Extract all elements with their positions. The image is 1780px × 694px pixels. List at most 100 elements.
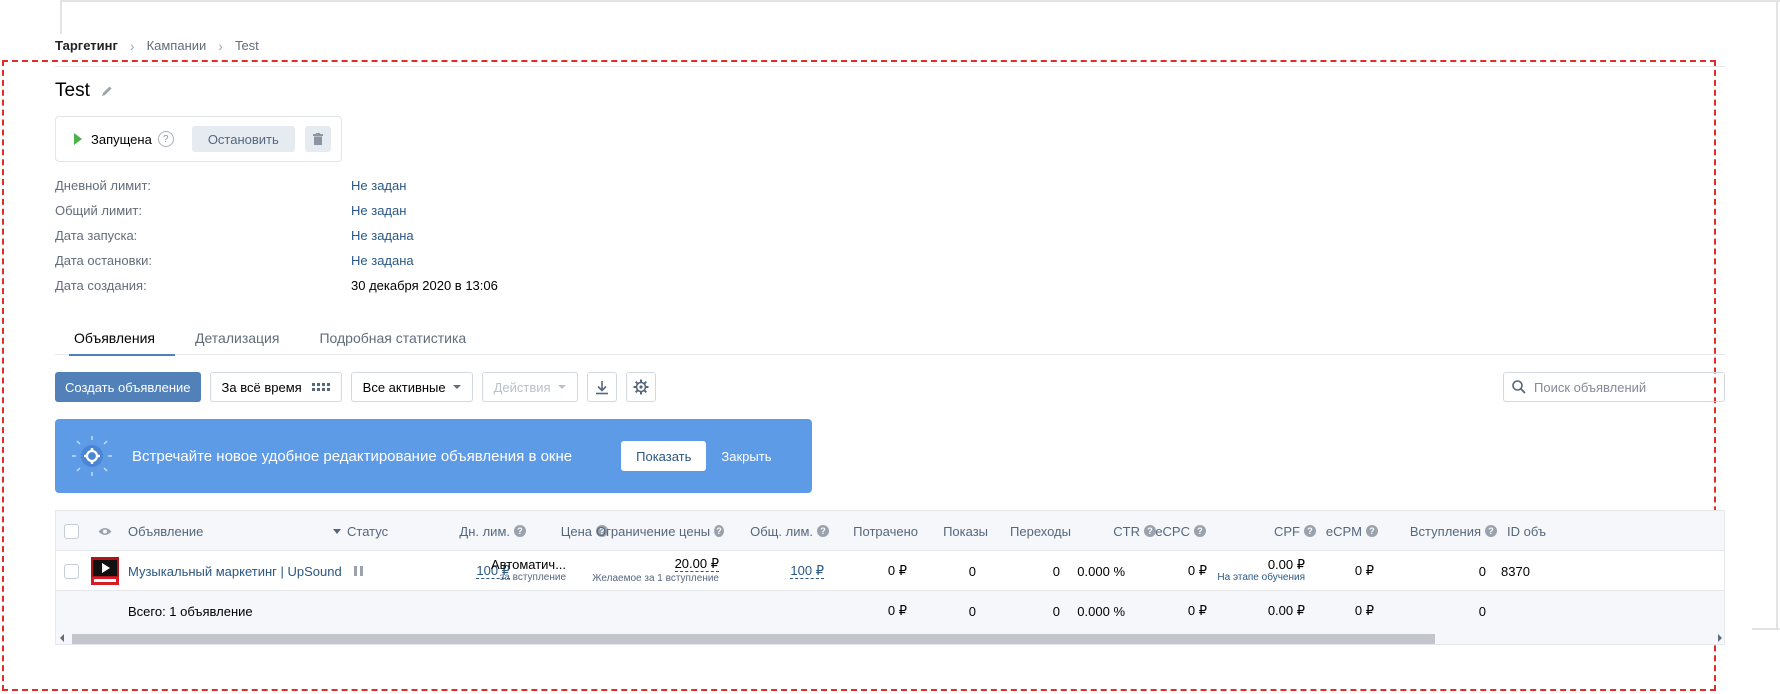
eye-icon [98,527,112,535]
tab-statistics[interactable]: Подробная статистика [299,320,486,355]
tab-ads[interactable]: Объявления [55,320,175,356]
column-clicks[interactable]: Переходы [986,511,1071,551]
banner-text: Встречайте новое удобное редактирование … [132,447,573,465]
banner-show-button[interactable]: Показать [621,441,707,471]
breadcrumb-separator-icon: › [129,38,135,54]
banner-close-button[interactable]: Закрыть [721,449,771,464]
help-icon[interactable]: ? [1304,525,1316,537]
actions-label: Действия [493,379,551,395]
outer-frame-top [60,0,1780,2]
impressions-value: 0 [968,563,976,579]
download-icon [595,380,608,394]
help-icon[interactable]: ? [714,525,724,537]
column-id[interactable]: ID объ [1507,511,1546,551]
pause-button[interactable] [354,551,363,591]
actions-select[interactable]: Действия [481,372,578,402]
scroll-left-icon[interactable] [60,634,64,642]
gear-icon [633,379,649,395]
pencil-icon[interactable] [100,84,114,98]
price-limit-cell[interactable]: 20.00 ₽ Желаемое за 1 вступление [592,551,719,591]
trash-icon [312,133,323,145]
column-price-label: Цена [560,523,592,539]
column-status-label: Статус [347,523,389,539]
outer-frame-right [1776,0,1778,630]
period-select[interactable]: За всё время [209,372,342,402]
download-button[interactable] [586,372,617,402]
search-icon [1512,380,1526,394]
total-joins: 0 [1478,603,1486,619]
chevron-down-icon [557,385,566,389]
campaign-info: Дневной лимит: Не задан Общий лимит: Не … [55,178,498,303]
info-label: Дневной лимит: [55,178,152,193]
column-total-limit-label: Общ. лим. [750,523,813,539]
help-icon[interactable]: ? [1194,525,1206,537]
price-limit-sub: Желаемое за 1 вступление [592,573,719,584]
total-ecpm: 0 ₽ [1354,603,1374,618]
outer-frame-left [60,0,62,34]
column-joins[interactable]: Вступления? [1386,511,1497,551]
delete-button[interactable] [304,126,331,152]
info-value[interactable]: Не задана [351,253,414,278]
info-row-daily-limit: Дневной лимит: Не задан [55,178,498,203]
tab-details[interactable]: Детализация [175,320,299,355]
joins-value: 0 [1478,563,1486,579]
calendar-icon [311,383,330,391]
ad-name-link[interactable]: Музыкальный маркетинг | UpSound [128,551,342,591]
cpf-main: 0.00 ₽ [1267,557,1305,572]
breadcrumb-targeting[interactable]: Таргетинг [55,38,118,53]
price-sub: за вступление [499,572,567,583]
total-ecpc: 0 ₽ [1187,603,1207,618]
column-status[interactable]: Статус [333,511,388,551]
ad-thumbnail[interactable] [91,551,119,591]
settings-button[interactable] [625,372,656,402]
create-ad-button[interactable]: Создать объявление [55,372,201,402]
help-icon[interactable]: ? [1366,525,1378,537]
select-all-checkbox[interactable] [64,511,79,551]
info-row-created-date: Дата создания: 30 декабря 2020 в 13:06 [55,278,498,303]
info-value[interactable]: Не задан [351,203,406,228]
play-icon [74,133,82,145]
info-row-stop-date: Дата остановки: Не задана [55,253,498,278]
status-box: Запущена ? Остановить [55,116,342,162]
column-total-limit[interactable]: Общ. лим.? [726,511,829,551]
info-label: Дата остановки: [55,253,153,268]
price-main: Автоматич... [491,557,567,572]
tabs: Объявления Детализация Подробная статист… [55,320,1725,356]
pause-icon [354,566,363,576]
total-limit-value[interactable]: 100 ₽ [726,551,824,591]
column-price[interactable]: Цена? [496,511,608,551]
search-input[interactable] [1534,379,1714,395]
column-cpf[interactable]: CPF? [1206,511,1316,551]
scroll-thumb[interactable] [72,634,1435,644]
column-price-limit[interactable]: Ограничение цены? [596,511,724,551]
help-icon[interactable]: ? [1485,525,1497,537]
table-header: Объявление Статус Дн. лим.? Цена? Ограни… [56,511,1724,551]
info-label: Дата создания: [55,278,147,293]
stop-button[interactable]: Остановить [191,126,295,152]
ad-image [91,557,119,585]
filter-select[interactable]: Все активные [350,372,473,402]
column-spent[interactable]: Потрачено [816,511,918,551]
column-ad[interactable]: Объявление [128,511,203,551]
gear-icon [71,435,113,477]
ecpm-value: 0 ₽ [1354,563,1374,578]
cpf-sub: На этапе обучения [1217,572,1305,583]
id-value: 8370 [1501,563,1530,579]
column-joins-label: Вступления [1409,523,1481,539]
scroll-right-icon[interactable] [1718,634,1722,642]
column-impressions[interactable]: Показы [916,511,988,551]
info-value[interactable]: Не задан [351,178,406,203]
info-row-start-date: Дата запуска: Не задана [55,228,498,253]
horizontal-scrollbar[interactable] [56,631,1724,644]
column-ecpm-label: eCPM [1325,523,1362,539]
column-ecpc[interactable]: eCPC? [1136,511,1206,551]
column-ecpm[interactable]: eCPM? [1316,511,1378,551]
help-icon[interactable]: ? [157,131,174,147]
visibility-column[interactable] [98,511,112,551]
period-label: За всё время [221,379,302,395]
ecpc-value: 0 ₽ [1187,563,1207,578]
row-checkbox[interactable] [64,551,79,591]
info-value[interactable]: Не задана [351,228,414,253]
total-spent: 0 ₽ [887,603,907,618]
breadcrumb-campaigns[interactable]: Кампании [147,38,207,53]
